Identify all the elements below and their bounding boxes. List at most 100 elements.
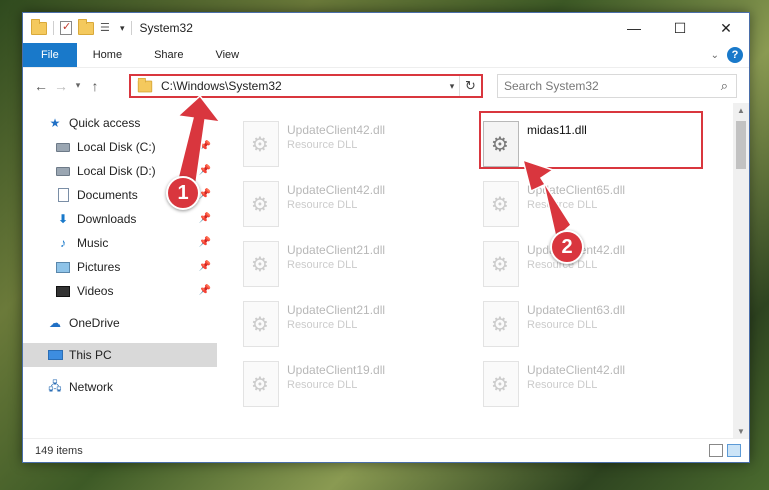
file-type: Resource DLL	[527, 379, 598, 391]
drive-icon	[55, 164, 71, 178]
file-type: Resource DLL	[287, 199, 358, 211]
file-type: Resource DLL	[527, 199, 598, 211]
downloads-icon: ⬇	[57, 212, 69, 226]
tab-share[interactable]: Share	[138, 43, 199, 67]
file-list: UpdateClient42.dll Resource DLL midas11.…	[217, 103, 749, 438]
sidebar-item-this-pc[interactable]: This PC	[23, 343, 217, 367]
pin-icon[interactable]: 📌	[199, 213, 211, 224]
customize-toolbar-icon[interactable]: ☰	[100, 21, 114, 35]
folder-icon	[31, 18, 47, 35]
file-type: Resource DLL	[527, 319, 598, 331]
file-item[interactable]: UpdateClient63.dll Resource DLL	[483, 299, 703, 355]
sidebar-item-downloads[interactable]: ⬇ Downloads 📌	[23, 207, 217, 231]
back-button[interactable]: ←	[31, 78, 51, 94]
help-icon[interactable]: ?	[727, 47, 743, 63]
large-icons-view-icon[interactable]	[727, 444, 741, 457]
step-1-badge: 1	[166, 176, 200, 210]
details-view-icon[interactable]	[709, 444, 723, 457]
window-title: System32	[139, 21, 193, 35]
sidebar-item-local-disk-c[interactable]: Local Disk (C:) 📌	[23, 135, 217, 159]
properties-icon[interactable]	[60, 20, 72, 35]
refresh-button[interactable]: ↻	[459, 76, 481, 96]
file-name: UpdateClient65.dll	[527, 183, 626, 197]
status-bar: 149 items	[23, 438, 749, 462]
cloud-icon: ☁	[49, 316, 61, 330]
pictures-icon	[55, 260, 71, 274]
file-name: UpdateClient63.dll	[527, 303, 626, 317]
file-type: Resource DLL	[287, 379, 358, 391]
sidebar-item-videos[interactable]: Videos 📌	[23, 279, 217, 303]
file-explorer-window: ☰ ▾ System32 — ☐ ✕ File Home Share View …	[22, 12, 750, 463]
dll-file-icon	[243, 301, 279, 347]
sidebar-item-network[interactable]: 🖧 Network	[23, 375, 217, 399]
address-bar[interactable]: C:\Windows\System32 ▾ ↻	[129, 74, 483, 98]
view-toggle	[709, 444, 741, 457]
sidebar-item-music[interactable]: ♪ Music 📌	[23, 231, 217, 255]
sidebar-item-label: Network	[69, 380, 114, 394]
toolbar-divider	[53, 21, 54, 35]
sidebar-item-pictures[interactable]: Pictures 📌	[23, 255, 217, 279]
folder-icon	[137, 77, 153, 92]
forward-button[interactable]: →	[51, 78, 71, 94]
file-item[interactable]: UpdateClient21.dll Resource DLL	[243, 299, 463, 355]
sidebar-item-label: Videos	[77, 284, 114, 298]
file-item[interactable]: UpdateClient21.dll Resource DLL	[243, 239, 463, 295]
up-button[interactable]: ↑	[85, 78, 105, 94]
scroll-up-icon[interactable]: ▲	[733, 103, 749, 117]
sidebar-item-quick-access[interactable]: ★ Quick access	[23, 111, 217, 135]
sidebar-item-label: Music	[77, 236, 109, 250]
chevron-down-icon[interactable]: ▾	[445, 81, 459, 92]
minimize-button[interactable]: —	[611, 13, 657, 43]
tab-home[interactable]: Home	[77, 43, 138, 67]
videos-icon	[55, 284, 71, 298]
file-type: Resource DLL	[287, 139, 358, 151]
dll-file-icon	[243, 241, 279, 287]
file-item[interactable]: UpdateClient42.dll Resource DLL	[243, 179, 463, 235]
documents-icon	[55, 188, 71, 202]
chevron-down-icon[interactable]: ▾	[120, 23, 125, 34]
vertical-scrollbar[interactable]: ▲ ▼	[733, 103, 749, 438]
dll-file-icon	[243, 181, 279, 227]
file-name: UpdateClient19.dll	[287, 363, 386, 377]
tab-view[interactable]: View	[199, 43, 255, 67]
navigation-bar: ← → ▾ ↑ C:\Windows\System32 ▾ ↻ Search S…	[23, 67, 749, 103]
file-name: UpdateClient21.dll	[287, 303, 386, 317]
pin-icon[interactable]: 📌	[199, 165, 211, 176]
pin-icon[interactable]: 📌	[199, 285, 211, 296]
drive-icon	[55, 140, 71, 154]
file-item[interactable]: UpdateClient42.dll Resource DLL	[243, 119, 463, 175]
dll-file-icon	[483, 301, 519, 347]
close-button[interactable]: ✕	[703, 13, 749, 43]
address-path[interactable]: C:\Windows\System32	[161, 79, 445, 93]
sidebar-item-label: This PC	[69, 348, 112, 362]
tab-file[interactable]: File	[23, 43, 77, 67]
file-item[interactable]: UpdateClient65.dll Resource DLL	[483, 179, 703, 235]
scroll-down-icon[interactable]: ▼	[733, 424, 749, 438]
content-area: ★ Quick access Local Disk (C:) 📌 Local D…	[23, 103, 749, 438]
expand-ribbon-icon[interactable]: ⌄	[711, 50, 719, 61]
search-input[interactable]: Search System32 ⌕	[497, 74, 737, 98]
pin-icon[interactable]: 📌	[199, 141, 211, 152]
pin-icon[interactable]: 📌	[199, 261, 211, 272]
maximize-button[interactable]: ☐	[657, 13, 703, 43]
sidebar-item-label: OneDrive	[69, 316, 120, 330]
recent-locations-button[interactable]: ▾	[71, 80, 85, 91]
file-item[interactable]: UpdateClient42.dll Resource DLL	[483, 359, 703, 415]
file-item[interactable]: UpdateClient19.dll Resource DLL	[243, 359, 463, 415]
scrollbar-thumb[interactable]	[736, 121, 746, 169]
file-type: Resource DLL	[287, 259, 358, 271]
pin-icon[interactable]: 📌	[199, 237, 211, 248]
step-2-badge: 2	[550, 230, 584, 264]
pin-icon[interactable]: 📌	[199, 189, 211, 200]
file-item[interactable]: UpdateClient42.dll Resource DLL	[483, 239, 703, 295]
dll-file-icon	[243, 361, 279, 407]
sidebar-item-label: Local Disk (D:)	[77, 164, 156, 178]
file-name: UpdateClient42.dll	[287, 123, 386, 137]
item-count: 149 items	[35, 444, 83, 457]
new-folder-icon[interactable]	[78, 18, 94, 35]
title-bar: ☰ ▾ System32 — ☐ ✕	[23, 13, 749, 43]
quick-access-toolbar: ☰ ▾	[23, 18, 132, 35]
star-icon: ★	[49, 116, 61, 130]
dll-file-icon	[483, 361, 519, 407]
sidebar-item-onedrive[interactable]: ☁ OneDrive	[23, 311, 217, 335]
